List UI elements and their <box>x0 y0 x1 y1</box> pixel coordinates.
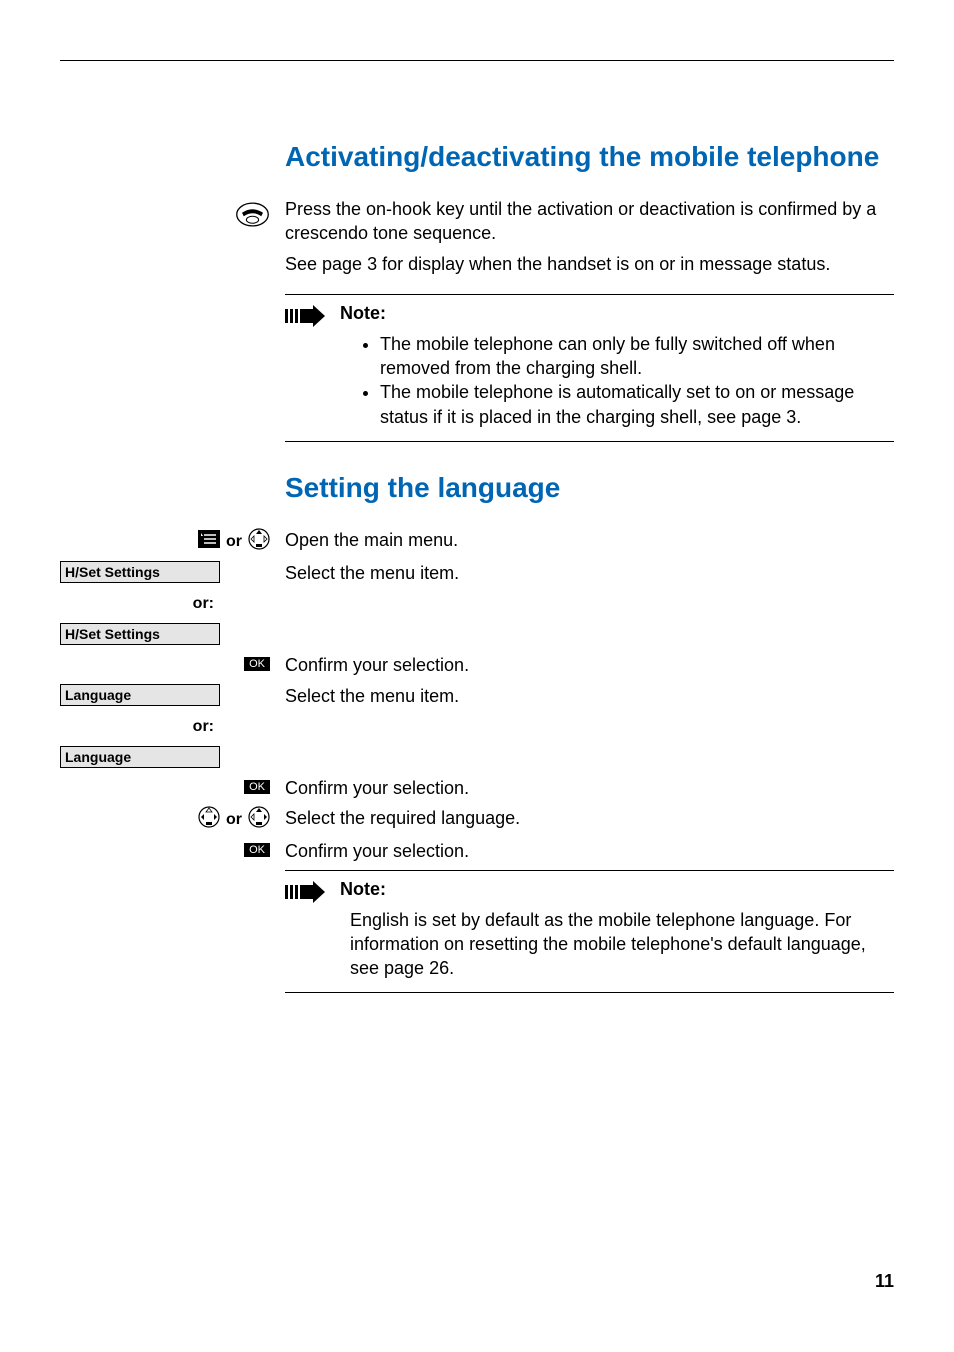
step-open-menu: Open the main menu. <box>270 528 894 552</box>
nav-key-icon <box>248 528 270 555</box>
or-label: or: <box>60 714 220 740</box>
menu-item-language: Language <box>60 746 220 768</box>
or-label: or <box>226 811 242 829</box>
step-select-language: Select the required language. <box>270 806 894 830</box>
ok-key-icon: OK <box>244 843 270 857</box>
step-confirm: Confirm your selection. <box>270 839 894 863</box>
heading-language: Setting the language <box>285 472 894 504</box>
or-label: or: <box>60 591 220 617</box>
step-select-menu: Select the menu item. <box>270 561 894 585</box>
note-bullet: The mobile telephone is automatically se… <box>380 380 894 429</box>
note-box-2: Note: English is set by default as the m… <box>285 870 894 994</box>
menu-item-language: Language <box>60 684 220 706</box>
menu-item-hset: H/Set Settings <box>60 623 220 645</box>
note-box-1: Note: The mobile telephone can only be f… <box>285 294 894 442</box>
para-onhook: Press the on-hook key until the activati… <box>270 197 894 246</box>
step-confirm: Confirm your selection. <box>270 776 894 800</box>
note-arrow-icon <box>285 305 325 327</box>
onhook-key-icon <box>60 197 270 232</box>
header-rule <box>60 60 894 61</box>
menu-key-icon <box>198 530 220 553</box>
note-arrow-icon <box>285 881 325 903</box>
para-see-page3: See page 3 for display when the handset … <box>285 252 894 276</box>
nav-key-icon <box>198 806 220 833</box>
step-select-menu: Select the menu item. <box>270 684 894 708</box>
or-label: or <box>226 533 242 551</box>
note-text-2: English is set by default as the mobile … <box>340 908 894 981</box>
nav-key-icon <box>248 806 270 833</box>
note-bullet: The mobile telephone can only be fully s… <box>380 332 894 381</box>
step-confirm: Confirm your selection. <box>270 653 894 677</box>
ok-key-icon: OK <box>244 780 270 794</box>
note-title-2: Note: <box>340 879 894 900</box>
heading-activate: Activating/deactivating the mobile telep… <box>285 141 894 173</box>
page-number: 11 <box>875 1271 894 1292</box>
note-title-1: Note: <box>340 303 894 324</box>
menu-item-hset: H/Set Settings <box>60 561 220 583</box>
ok-key-icon: OK <box>244 657 270 671</box>
